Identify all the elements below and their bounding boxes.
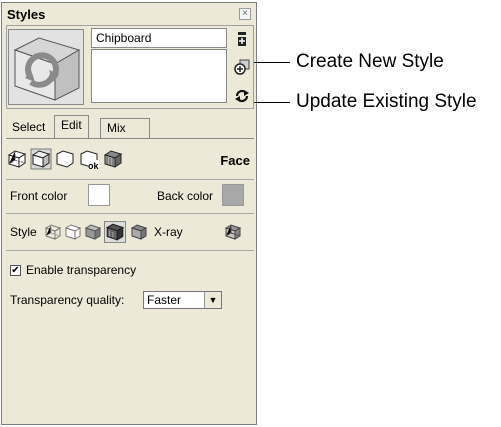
enable-transparency-checkbox[interactable]: ✔ xyxy=(10,265,21,276)
callout-line-update xyxy=(254,102,290,103)
callout-create-new-style: Create New Style xyxy=(296,51,444,72)
shaded-with-textures-style-icon[interactable] xyxy=(104,221,126,243)
enable-transparency-label: Enable transparency xyxy=(26,263,137,277)
callout-line-create xyxy=(254,62,290,63)
style-tabs: Select Edit Mix xyxy=(2,114,256,139)
create-new-style-icon[interactable] xyxy=(234,59,250,75)
style-description-input[interactable] xyxy=(91,49,227,103)
display-secondary-pane-icon[interactable] xyxy=(234,31,250,47)
background-settings-icon[interactable] xyxy=(54,148,76,170)
svg-text:ok: ok xyxy=(88,161,99,170)
styles-panel: Styles × Chipboard Select Edit Mix ok Fa… xyxy=(1,2,257,425)
divider xyxy=(6,250,254,251)
tab-select[interactable]: Select xyxy=(6,118,51,138)
style-thumbnail xyxy=(8,29,84,105)
callout-update-existing-style: Update Existing Style xyxy=(296,91,477,112)
modeling-settings-icon[interactable] xyxy=(102,148,124,170)
front-color-swatch[interactable] xyxy=(88,184,110,206)
close-button[interactable]: × xyxy=(239,8,251,20)
monochrome-style-icon[interactable] xyxy=(130,223,148,241)
update-style-icon[interactable] xyxy=(234,88,250,104)
section-label-face: Face xyxy=(220,153,250,168)
front-color-label: Front color xyxy=(10,189,68,203)
wireframe-style-icon[interactable] xyxy=(44,223,62,241)
close-icon: × xyxy=(242,8,248,19)
transparency-quality-value: Faster xyxy=(147,293,182,307)
transparency-quality-label: Transparency quality: xyxy=(10,293,125,307)
back-color-label: Back color xyxy=(157,189,214,203)
tab-edit[interactable]: Edit xyxy=(54,115,89,139)
edit-tab-content xyxy=(6,138,254,422)
style-name-input[interactable]: Chipboard xyxy=(91,28,227,48)
transparency-quality-select[interactable]: Faster ▼ xyxy=(143,291,222,309)
divider xyxy=(6,179,254,180)
style-label: Style xyxy=(10,225,37,239)
xray-style-icon[interactable] xyxy=(224,223,242,241)
shaded-style-icon[interactable] xyxy=(84,223,102,241)
watermark-settings-icon[interactable]: ok xyxy=(78,148,100,171)
hidden-line-style-icon[interactable] xyxy=(64,223,82,241)
edge-settings-icon[interactable] xyxy=(6,148,28,170)
cube-thumbnail-icon xyxy=(13,37,81,101)
window-title: Styles xyxy=(7,7,46,22)
divider xyxy=(6,213,254,214)
title-bar: Styles × xyxy=(2,3,256,25)
back-color-swatch[interactable] xyxy=(222,184,244,206)
xray-label: X-ray xyxy=(154,225,183,239)
chevron-down-icon[interactable]: ▼ xyxy=(204,292,221,308)
face-settings-icon[interactable] xyxy=(30,148,52,170)
tab-mix[interactable]: Mix xyxy=(100,118,150,138)
